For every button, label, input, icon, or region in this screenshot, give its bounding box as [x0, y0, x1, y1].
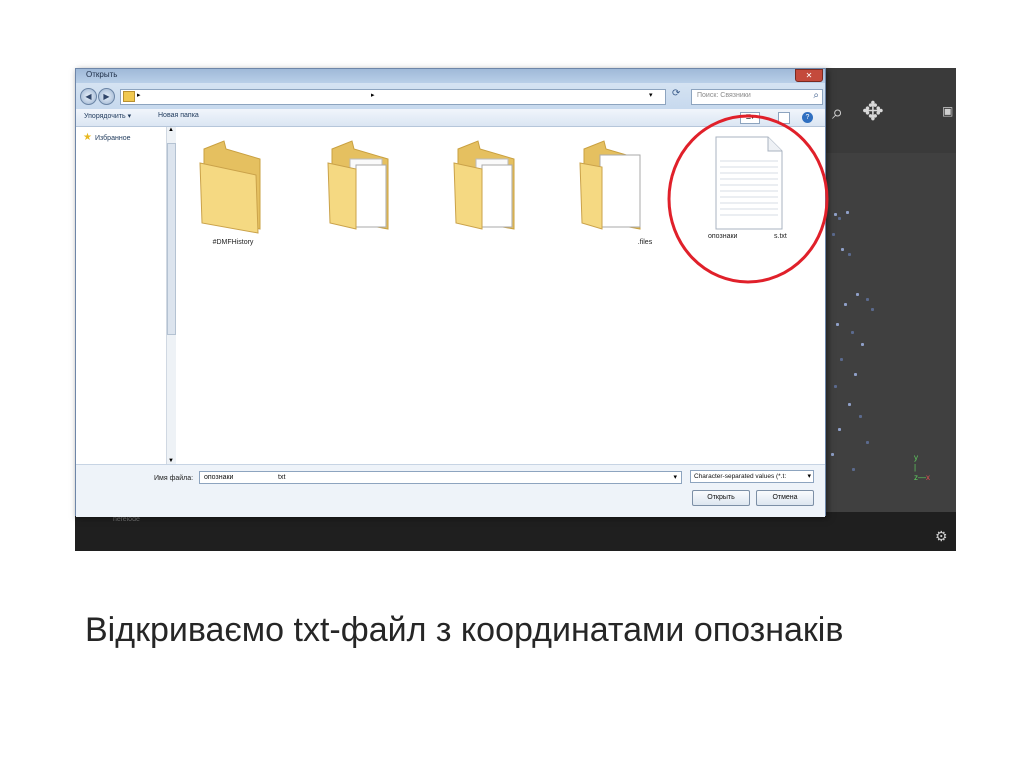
- scroll-up-icon[interactable]: ▲: [168, 127, 174, 133]
- nav-scroll-thumb[interactable]: [167, 143, 176, 335]
- app-toolbar-area: ⌕ ✥ ▣: [826, 68, 956, 153]
- folder-item[interactable]: [452, 133, 522, 237]
- point-cloud-viewport[interactable]: y | z—x: [826, 153, 956, 525]
- status-text: nefelode: [113, 516, 140, 523]
- panel-toggle-icon[interactable]: ▣: [942, 104, 953, 118]
- folder-small-icon: [123, 91, 135, 102]
- search-placeholder: Поиск: Связники: [697, 92, 751, 99]
- folder-with-documents-icon: [453, 140, 515, 230]
- navigation-pane: ★ Избранное: [76, 127, 167, 464]
- highlight-circle: [667, 114, 829, 284]
- filename-input[interactable]: опознаки txt ▾: [199, 471, 682, 484]
- address-row: ◀ ▶ ▸ ▸ ▾ ⟳ Поиск: Связники ⌕: [76, 83, 825, 109]
- back-button[interactable]: ◀: [80, 88, 97, 105]
- nav-item-favorites[interactable]: Избранное: [95, 135, 130, 142]
- new-folder-button[interactable]: Новая папка: [158, 112, 199, 119]
- forward-button[interactable]: ▶: [98, 88, 115, 105]
- axis-gizmo: y | z—x: [914, 453, 930, 482]
- filename-dropdown-icon[interactable]: ▾: [673, 473, 677, 481]
- folder-label: #DMFHistory: [212, 239, 254, 246]
- dialog-title: Открыть: [86, 70, 118, 79]
- pan-icon[interactable]: ✥: [862, 96, 884, 127]
- app-status-bar: nefelode ⚙: [75, 512, 956, 551]
- filename-label: Имя файла:: [154, 475, 194, 482]
- folder-with-documents-icon: [327, 140, 389, 230]
- slide-caption: Відкриваємо txt-файл з координатами опоз…: [85, 611, 844, 649]
- filename-value: опознаки: [204, 474, 234, 481]
- filetype-select[interactable]: Character-separated values (*.t: ▾: [690, 470, 814, 483]
- settings-icon[interactable]: ⚙: [935, 528, 948, 545]
- filename-extension: txt: [278, 474, 286, 481]
- folder-item[interactable]: [326, 133, 396, 237]
- open-button[interactable]: Открыть: [692, 490, 750, 506]
- search-icon[interactable]: ⌕: [813, 90, 819, 101]
- folder-item[interactable]: #DMFHistory: [198, 133, 268, 246]
- dialog-footer: Имя файла: опознаки txt ▾ Character-sepa…: [76, 464, 825, 517]
- folder-item[interactable]: .files: [578, 133, 652, 246]
- folder-with-document-icon: [579, 140, 641, 230]
- refresh-icon[interactable]: ⟳: [672, 88, 680, 99]
- address-dropdown-icon[interactable]: ▾: [649, 91, 653, 99]
- filetype-dropdown-icon[interactable]: ▾: [807, 472, 811, 480]
- zoom-icon[interactable]: ⌕: [832, 102, 843, 125]
- cancel-button[interactable]: Отмена: [756, 490, 814, 506]
- organize-menu-button[interactable]: Упорядочить ▾: [84, 112, 131, 120]
- search-input[interactable]: Поиск: Связники ⌕: [691, 89, 823, 105]
- address-bar[interactable]: ▸ ▸ ▾: [120, 89, 666, 105]
- dialog-titlebar[interactable]: Открыть ✕: [76, 69, 825, 83]
- folder-icon: [199, 140, 261, 234]
- close-button[interactable]: ✕: [795, 69, 823, 82]
- breadcrumb-chevron-icon[interactable]: ▸: [371, 91, 375, 99]
- breadcrumb-chevron-icon[interactable]: ▸: [137, 91, 141, 99]
- star-icon: ★: [83, 132, 92, 143]
- filetype-value: Character-separated values (*.t:: [694, 473, 787, 480]
